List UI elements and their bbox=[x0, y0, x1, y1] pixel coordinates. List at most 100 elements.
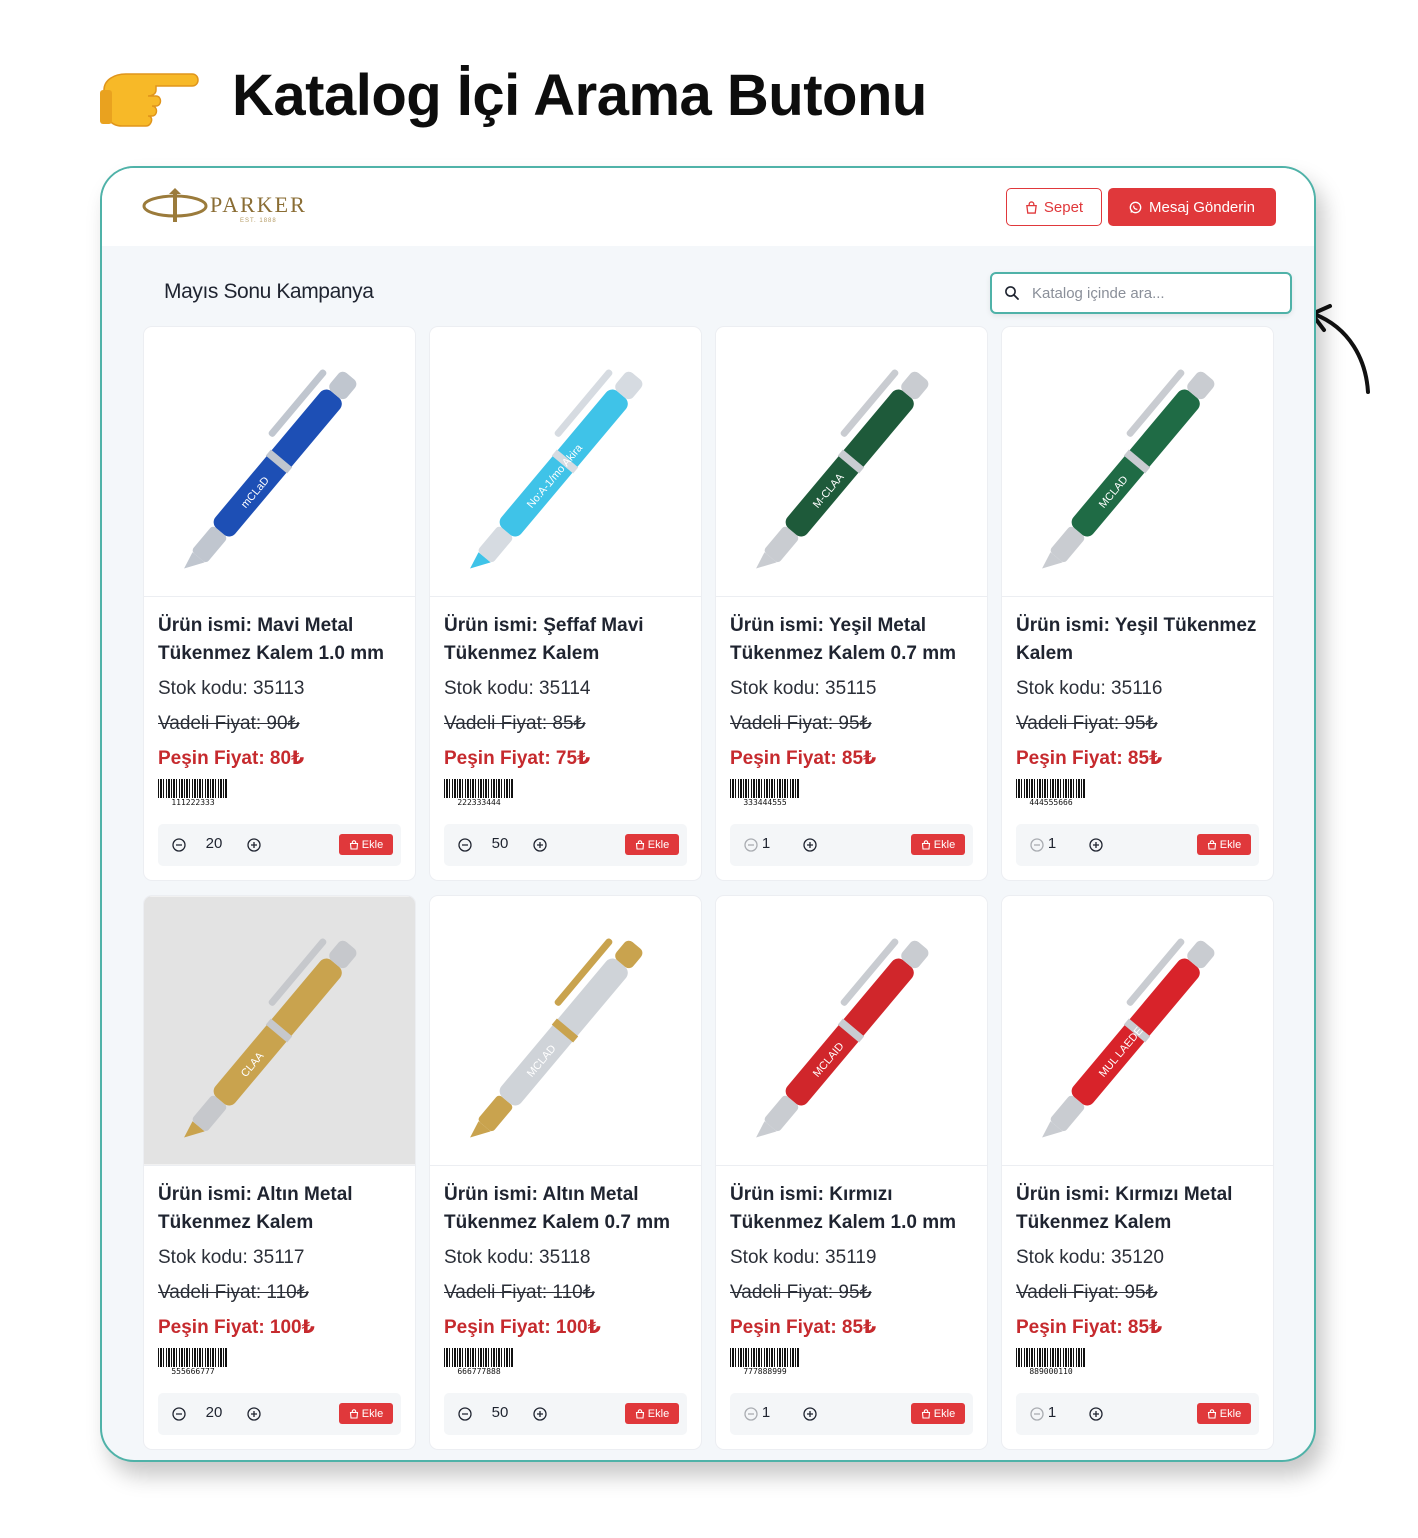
add-label: Ekle bbox=[647, 838, 670, 851]
product-name: Ürün ismi: Yeşil Metal Tükenmez Kalem 0.… bbox=[730, 615, 956, 664]
stock-code: Stok kodu: 35120 bbox=[1016, 1247, 1164, 1268]
product-card[interactable]: MCLAID Ürün ismi: Kırmızı Tükenmez Kalem… bbox=[715, 895, 988, 1450]
stock-code: Stok kodu: 35117 bbox=[158, 1247, 305, 1268]
plus-icon[interactable] bbox=[246, 1406, 262, 1422]
add-to-cart-button[interactable]: Ekle bbox=[1197, 834, 1251, 855]
term-price: Vadeli Fiyat: 95₺ bbox=[1016, 713, 1158, 734]
add-label: Ekle bbox=[933, 838, 956, 851]
plus-icon[interactable] bbox=[802, 837, 818, 853]
quantity-stepper: 50 Ekle bbox=[444, 824, 687, 866]
quantity-value[interactable]: 1 bbox=[1032, 1404, 1072, 1421]
barcode: 333444555 bbox=[730, 779, 802, 808]
stock-code: Stok kodu: 35115 bbox=[730, 678, 877, 699]
pointing-hand-icon bbox=[100, 73, 199, 127]
product-image[interactable]: MCLAID bbox=[716, 896, 987, 1166]
barcode-number: 333444555 bbox=[743, 798, 787, 807]
pen-illustration: CLAA bbox=[144, 896, 415, 1165]
product-image[interactable]: CLAA bbox=[144, 896, 415, 1166]
product-image[interactable]: MUL LAEDE bbox=[1002, 896, 1273, 1166]
barcode-bars bbox=[730, 779, 800, 798]
send-message-button[interactable]: Mesaj Gönderin bbox=[1108, 188, 1276, 226]
product-card[interactable]: MCLAD Ürün ismi: Altın Metal Tükenmez Ka… bbox=[429, 895, 702, 1450]
term-price: Vadeli Fiyat: 110₺ bbox=[444, 1282, 595, 1303]
product-card[interactable]: mCLaD Ürün ismi: Mavi Metal Tükenmez Kal… bbox=[143, 326, 416, 881]
send-message-label: Mesaj Gönderin bbox=[1149, 198, 1255, 216]
shopping-bag-icon bbox=[349, 1408, 358, 1419]
quantity-stepper: 20 Ekle bbox=[158, 1393, 401, 1435]
product-name: Ürün ismi: Yeşil Tükenmez Kalem bbox=[1016, 615, 1257, 664]
term-price: Vadeli Fiyat: 95₺ bbox=[730, 713, 872, 734]
barcode-bars bbox=[444, 1348, 514, 1367]
barcode-number: 889000110 bbox=[1029, 1367, 1073, 1376]
barcode-number: 222333444 bbox=[457, 798, 501, 807]
barcode: 777888999 bbox=[730, 1348, 802, 1377]
product-card[interactable]: M-CLAA Ürün ismi: Yeşil Metal Tükenmez K… bbox=[715, 326, 988, 881]
add-to-cart-button[interactable]: Ekle bbox=[339, 834, 393, 855]
product-image[interactable]: MCLAD bbox=[430, 896, 701, 1166]
quantity-value[interactable]: 50 bbox=[480, 835, 520, 852]
cart-button[interactable]: Sepet bbox=[1006, 188, 1102, 226]
minus-icon[interactable] bbox=[457, 837, 473, 853]
quantity-stepper: 20 Ekle bbox=[158, 824, 401, 866]
cash-price: Peşin Fiyat: 85₺ bbox=[730, 1317, 877, 1338]
barcode-number: 555666777 bbox=[171, 1367, 215, 1376]
product-card[interactable]: MUL LAEDE Ürün ismi: Kırmızı Metal Tüken… bbox=[1001, 895, 1274, 1450]
plus-icon[interactable] bbox=[246, 837, 262, 853]
minus-icon[interactable] bbox=[171, 1406, 187, 1422]
pen-illustration: MUL LAEDE bbox=[1002, 896, 1273, 1165]
quantity-value[interactable]: 50 bbox=[480, 1404, 520, 1421]
quantity-value[interactable]: 20 bbox=[194, 835, 234, 852]
product-image[interactable]: M-CLAA bbox=[716, 327, 987, 597]
plus-icon[interactable] bbox=[802, 1406, 818, 1422]
product-details: Ürün ismi: Şeffaf Mavi Tükenmez Kalem St… bbox=[430, 597, 701, 808]
quantity-value[interactable]: 1 bbox=[1032, 835, 1072, 852]
shopping-bag-icon bbox=[1207, 839, 1216, 850]
product-card[interactable]: No:A-1/mo Akira Ürün ismi: Şeffaf Mavi T… bbox=[429, 326, 702, 881]
pen-illustration: MCLAD bbox=[430, 896, 701, 1165]
search-icon bbox=[1005, 286, 1019, 300]
term-price: Vadeli Fiyat: 95₺ bbox=[730, 1282, 872, 1303]
stock-code: Stok kodu: 35113 bbox=[158, 678, 305, 699]
plus-icon[interactable] bbox=[1088, 1406, 1104, 1422]
cash-price: Peşin Fiyat: 85₺ bbox=[1016, 1317, 1163, 1338]
add-to-cart-button[interactable]: Ekle bbox=[911, 1403, 965, 1424]
logo-words: PARKER EST. 1888 bbox=[210, 188, 307, 225]
product-image[interactable]: No:A-1/mo Akira bbox=[430, 327, 701, 597]
quantity-value[interactable]: 1 bbox=[746, 1404, 786, 1421]
quantity-value[interactable]: 20 bbox=[194, 1404, 234, 1421]
add-to-cart-button[interactable]: Ekle bbox=[339, 1403, 393, 1424]
plus-icon[interactable] bbox=[1088, 837, 1104, 853]
add-to-cart-button[interactable]: Ekle bbox=[625, 834, 679, 855]
product-image[interactable]: MCLAD bbox=[1002, 327, 1273, 597]
minus-icon[interactable] bbox=[171, 837, 187, 853]
shopping-bag-icon bbox=[635, 1408, 644, 1419]
product-card[interactable]: CLAA Ürün ismi: Altın Metal Tükenmez Kal… bbox=[143, 895, 416, 1450]
add-to-cart-button[interactable]: Ekle bbox=[1197, 1403, 1251, 1424]
search-input[interactable] bbox=[1032, 284, 1272, 302]
shopping-bag-icon bbox=[1207, 1408, 1216, 1419]
cash-price: Peşin Fiyat: 100₺ bbox=[444, 1317, 601, 1338]
quantity-stepper: 1 Ekle bbox=[730, 1393, 973, 1435]
quantity-value[interactable]: 1 bbox=[746, 835, 786, 852]
cash-price: Peşin Fiyat: 75₺ bbox=[444, 748, 591, 769]
barcode: 555666777 bbox=[158, 1348, 230, 1377]
product-name: Ürün ismi: Mavi Metal Tükenmez Kalem 1.0… bbox=[158, 615, 384, 664]
brand-logo[interactable]: PARKER EST. 1888 bbox=[142, 188, 307, 228]
product-details: Ürün ismi: Mavi Metal Tükenmez Kalem 1.0… bbox=[144, 597, 415, 808]
catalog-search[interactable] bbox=[990, 272, 1292, 314]
catalog-window: PARKER EST. 1888 Sepet Mesaj Gönderin Ma… bbox=[100, 166, 1316, 1462]
term-price: Vadeli Fiyat: 85₺ bbox=[444, 713, 586, 734]
plus-icon[interactable] bbox=[532, 1406, 548, 1422]
product-details: Ürün ismi: Altın Metal Tükenmez Kalem 0.… bbox=[430, 1166, 701, 1377]
plus-icon[interactable] bbox=[532, 837, 548, 853]
add-to-cart-button[interactable]: Ekle bbox=[625, 1403, 679, 1424]
barcode-number: 666777888 bbox=[457, 1367, 501, 1376]
add-to-cart-button[interactable]: Ekle bbox=[911, 834, 965, 855]
product-image[interactable]: mCLaD bbox=[144, 327, 415, 597]
product-card[interactable]: MCLAD Ürün ismi: Yeşil Tükenmez Kalem St… bbox=[1001, 326, 1274, 881]
quantity-stepper: 1 Ekle bbox=[1016, 1393, 1259, 1435]
quantity-stepper: 1 Ekle bbox=[1016, 824, 1259, 866]
catalog-title: Mayıs Sonu Kampanya bbox=[164, 280, 374, 303]
minus-icon[interactable] bbox=[457, 1406, 473, 1422]
cash-price: Peşin Fiyat: 85₺ bbox=[730, 748, 877, 769]
